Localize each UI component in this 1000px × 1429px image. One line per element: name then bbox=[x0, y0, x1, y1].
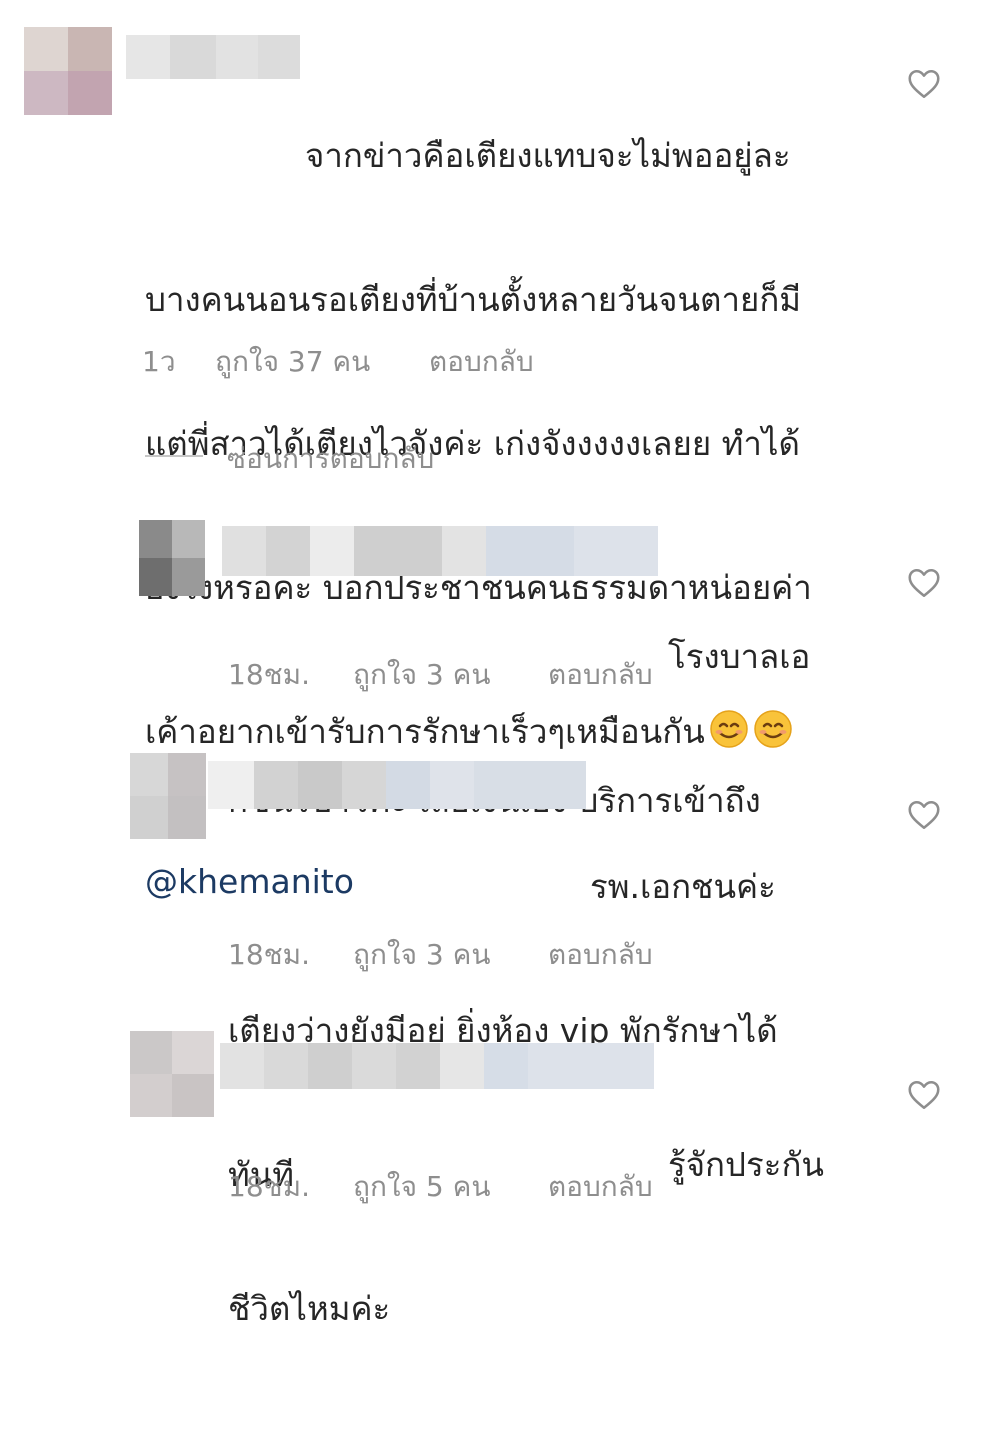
heart-outline-icon[interactable] bbox=[906, 797, 942, 833]
reply-2: รพ.เอกชนค่ะ เตียงว่างยังมีอยู่ ยิ่งห้อง … bbox=[0, 745, 1000, 1194]
avatar[interactable] bbox=[130, 753, 206, 839]
avatar[interactable] bbox=[130, 1031, 214, 1117]
hide-replies-toggle[interactable]: ซ่อนการตอบกลับ bbox=[145, 437, 545, 477]
comment-line: โรงบาลเอ bbox=[668, 637, 811, 676]
reply-1: โรงบาลเอ กชนรึป่าวค่ะ เสียเงินเอง บริการ… bbox=[0, 510, 1000, 820]
reply-button[interactable]: ตอบกลับ bbox=[548, 1165, 653, 1209]
hide-replies-label: ซ่อนการตอบกลับ bbox=[227, 442, 435, 475]
reply-button[interactable]: ตอบกลับ bbox=[548, 933, 653, 977]
comment-line: จากข่าวคือเตียงแทบจะไม่พออยู่ละ bbox=[305, 136, 791, 175]
likes-count[interactable]: ถูกใจ 37 คน bbox=[215, 340, 370, 384]
likes-count[interactable]: ถูกใจ 3 คน bbox=[353, 933, 490, 977]
comment-1: จากข่าวคือเตียงแทบจะไม่พออยู่ละ บางคนนอน… bbox=[0, 0, 1000, 901]
timestamp: 18ชม. bbox=[228, 658, 310, 691]
avatar[interactable] bbox=[139, 520, 205, 596]
avatar[interactable] bbox=[24, 27, 112, 115]
comment-line: รู้จักประกัน bbox=[668, 1145, 824, 1184]
likes-count[interactable]: ถูกใจ 3 คน bbox=[353, 653, 490, 697]
timestamp: 18ชม. bbox=[228, 938, 310, 971]
heart-outline-icon[interactable] bbox=[906, 1077, 942, 1113]
divider-line bbox=[145, 455, 203, 457]
reply-button[interactable]: ตอบกลับ bbox=[429, 340, 534, 384]
comment-line: บางคนนอนรอเตียงที่บ้านตั้งหลายวันจนตายก็… bbox=[145, 280, 802, 319]
reply-3: รู้จักประกัน ชีวิตไหมค่ะ 18ชม. ถูกใจ 5 ค… bbox=[0, 1025, 1000, 1328]
heart-outline-icon[interactable] bbox=[906, 565, 942, 601]
heart-outline-icon[interactable] bbox=[906, 66, 942, 102]
comment-line: รพ.เอกชนค่ะ bbox=[590, 867, 776, 906]
likes-count[interactable]: ถูกใจ 5 คน bbox=[353, 1165, 490, 1209]
timestamp: 18ชม. bbox=[228, 1170, 310, 1203]
comment-line: ชีวิตไหมค่ะ bbox=[228, 1289, 391, 1328]
timestamp: 1ว bbox=[142, 345, 176, 378]
reply-button[interactable]: ตอบกลับ bbox=[548, 653, 653, 697]
comment-text: รู้จักประกัน ชีวิตไหมค่ะ bbox=[228, 1045, 824, 1429]
